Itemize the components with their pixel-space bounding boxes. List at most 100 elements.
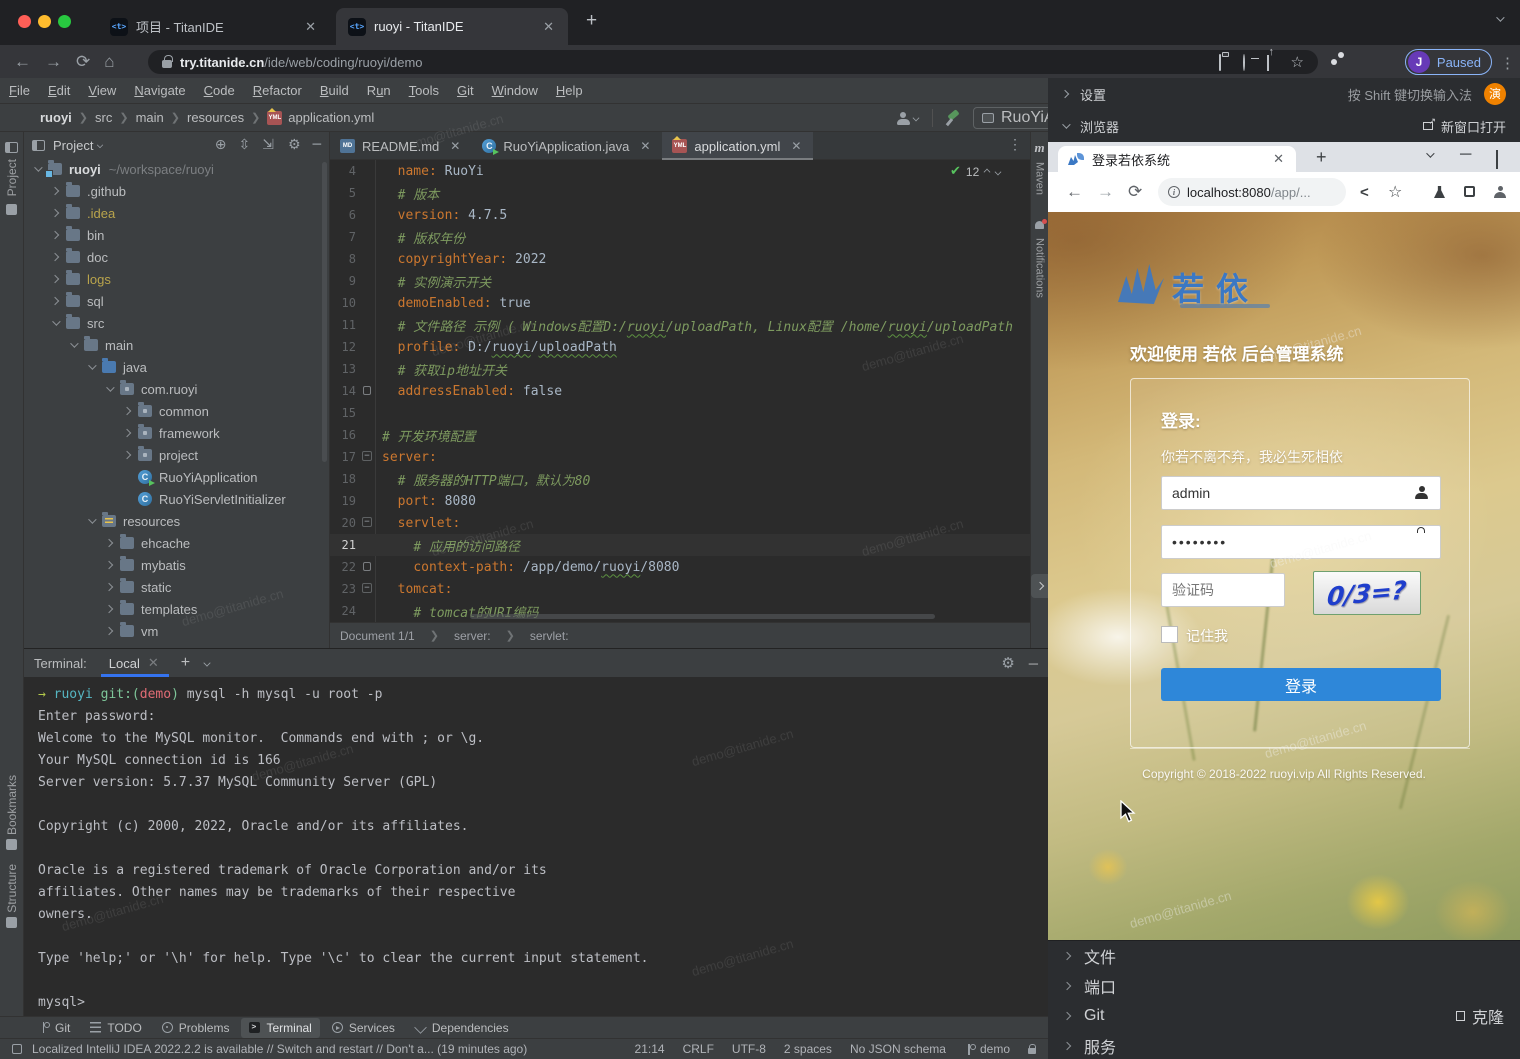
stripe-notifications-label[interactable]: Notifications [1034,238,1046,298]
status-caret-position[interactable]: 21:14 [635,1042,665,1056]
fold-icon[interactable]: − [362,517,372,527]
tree-item-resources[interactable]: resources [24,510,329,532]
tree-chevron-icon[interactable] [106,383,114,391]
fold-icon[interactable]: − [362,451,372,461]
tree-chevron-icon[interactable] [51,231,59,239]
code-line-7[interactable]: 7 # 版权年份 [330,226,1030,248]
home-icon[interactable]: ⌂ [104,52,114,72]
fold-icon[interactable]: − [362,583,372,593]
tree-item-comruoyi[interactable]: com.ruoyi [24,378,329,400]
traffic-light-close[interactable] [18,15,31,28]
bookmark-stripe-icon[interactable] [6,839,17,850]
captcha-image[interactable]: 0/3=? [1313,571,1421,615]
code-line-8[interactable]: 8 copyrightYear: 2022 [330,248,1030,270]
tree-item-ruoyiservletinitializer[interactable]: CRuoYiServletInitializer [24,488,329,510]
embedded-reload-icon[interactable]: ⟳ [1128,182,1142,202]
tree-item-logs[interactable]: logs [24,268,329,290]
tree-chevron-icon[interactable] [105,561,113,569]
tree-item-java[interactable]: java [24,356,329,378]
folder-stripe-icon[interactable] [6,204,17,215]
breadcrumb-item[interactable]: ruoyi [40,110,72,125]
stripe-structure-label[interactable]: Structure [5,864,19,913]
tree-item-common[interactable]: common [24,400,329,422]
embedded-popout-icon[interactable] [1496,150,1498,169]
chrome-menu-icon[interactable]: ⋮ [1500,54,1515,72]
breadcrumb-item[interactable]: resources [187,110,244,125]
breadcrumb-item[interactable]: src [95,110,112,125]
embedded-browser-tab[interactable]: 登录若依系统 ✕ [1058,146,1296,172]
embedded-minimize-icon[interactable]: ─ [1460,146,1471,164]
tree-chevron-icon[interactable] [105,605,113,613]
password-key-icon[interactable] [1243,55,1245,70]
status-schema[interactable]: No JSON schema [850,1042,946,1056]
share-icon[interactable] [1267,55,1269,70]
editor-breadcrumb-item[interactable]: server: [454,629,491,643]
chevron-down-icon[interactable] [97,142,103,148]
embedded-share-icon[interactable]: < [1360,184,1369,201]
terminal-dropdown-icon[interactable] [203,659,210,666]
status-line-ending[interactable]: CRLF [683,1042,714,1056]
tree-item-framework[interactable]: framework [24,422,329,444]
hide-panel-icon[interactable]: ─ [313,137,321,153]
status-layout-icon[interactable] [12,1044,22,1054]
status-indent[interactable]: 2 spaces [784,1042,832,1056]
tree-chevron-icon[interactable] [51,187,59,195]
section-browser[interactable]: 浏览器 新窗口打开 [1048,110,1520,142]
tree-item-main[interactable]: main [24,334,329,356]
user-menu-button[interactable] [897,112,919,125]
address-bar[interactable]: try.titanide.cn /ide/web/coding/ruoyi/de… [148,50,1318,74]
username-input[interactable] [1161,476,1441,510]
menu-navigate[interactable]: Navigate [125,83,194,98]
menu-view[interactable]: View [79,83,125,98]
menu-window[interactable]: Window [483,83,547,98]
menu-git[interactable]: Git [448,83,483,98]
clone-button[interactable]: 克隆 [1456,1004,1504,1028]
code-line-21[interactable]: 21 # 应用的访问路径 [330,534,1030,556]
inspections-widget[interactable]: ✔ 12 [950,164,1001,179]
editor-tab-close-icon[interactable]: ✕ [638,139,652,153]
tree-item-ruoyiapplication[interactable]: CRuoYiApplication [24,466,329,488]
locate-file-icon[interactable]: ⊕ [215,137,227,153]
tree-chevron-icon[interactable] [51,297,59,305]
structure-stripe-icon[interactable] [6,917,17,928]
tree-chevron-icon[interactable] [52,317,60,325]
code-line-14[interactable]: 14 addressEnabled: false [330,380,1030,402]
maven-m-icon[interactable]: m [1031,140,1048,156]
remember-me-checkbox[interactable] [1161,626,1178,643]
embedded-address-bar[interactable]: i localhost:8080/app/... [1158,178,1346,206]
section-settings[interactable]: 设置 按 Shift 键切换输入法 演 [1048,78,1520,110]
tree-item-project[interactable]: project [24,444,329,466]
toolwindow-terminal[interactable]: Terminal [241,1018,319,1038]
stripe-bookmarks-label[interactable]: Bookmarks [5,775,19,835]
open-new-window-button[interactable]: 新窗口打开 [1423,117,1506,136]
code-line-9[interactable]: 9 # 实例演示开关 [330,270,1030,292]
embedded-side-panel-icon[interactable] [1464,186,1475,197]
tree-item-src[interactable]: src [24,312,329,334]
menu-file[interactable]: File [0,83,39,98]
code-line-11[interactable]: 11 # 文件路径 示例 ( Windows配置D:/ruoyi/uploadP… [330,314,1030,336]
toolwindow-todo[interactable]: TODO [82,1018,149,1038]
embedded-tab-close-icon[interactable]: ✕ [1271,151,1286,167]
editor-tab-readmemd[interactable]: MDREADME.md✕ [330,132,472,160]
terminal-output[interactable]: → ruoyi git:(demo) mysql -h mysql -u roo… [24,677,1048,1017]
tree-chevron-icon[interactable] [88,361,96,369]
captcha-input[interactable] [1161,573,1285,607]
forward-icon[interactable]: → [45,52,62,72]
tree-item-bin[interactable]: bin [24,224,329,246]
tree-chevron-icon[interactable] [34,163,42,171]
tree-chevron-icon[interactable] [51,209,59,217]
page-info-icon[interactable]: i [1168,186,1180,198]
tree-chevron-icon[interactable] [123,451,131,459]
login-button[interactable]: 登录 [1161,668,1441,701]
build-hammer-icon[interactable] [946,111,960,125]
tree-item-sql[interactable]: sql [24,290,329,312]
embedded-forward-icon[interactable]: → [1097,182,1114,202]
traffic-light-minimize[interactable] [38,15,51,28]
tree-chevron-icon[interactable] [105,627,113,635]
editor-tabs-more-icon[interactable]: ⋮ [1000,132,1030,159]
status-git-branch[interactable]: demo [964,1042,1010,1056]
tree-item-vm[interactable]: vm [24,620,329,642]
prev-problem-icon[interactable] [984,168,991,175]
menu-edit[interactable]: Edit [39,83,79,98]
stripe-project-label[interactable]: Project [5,159,19,196]
